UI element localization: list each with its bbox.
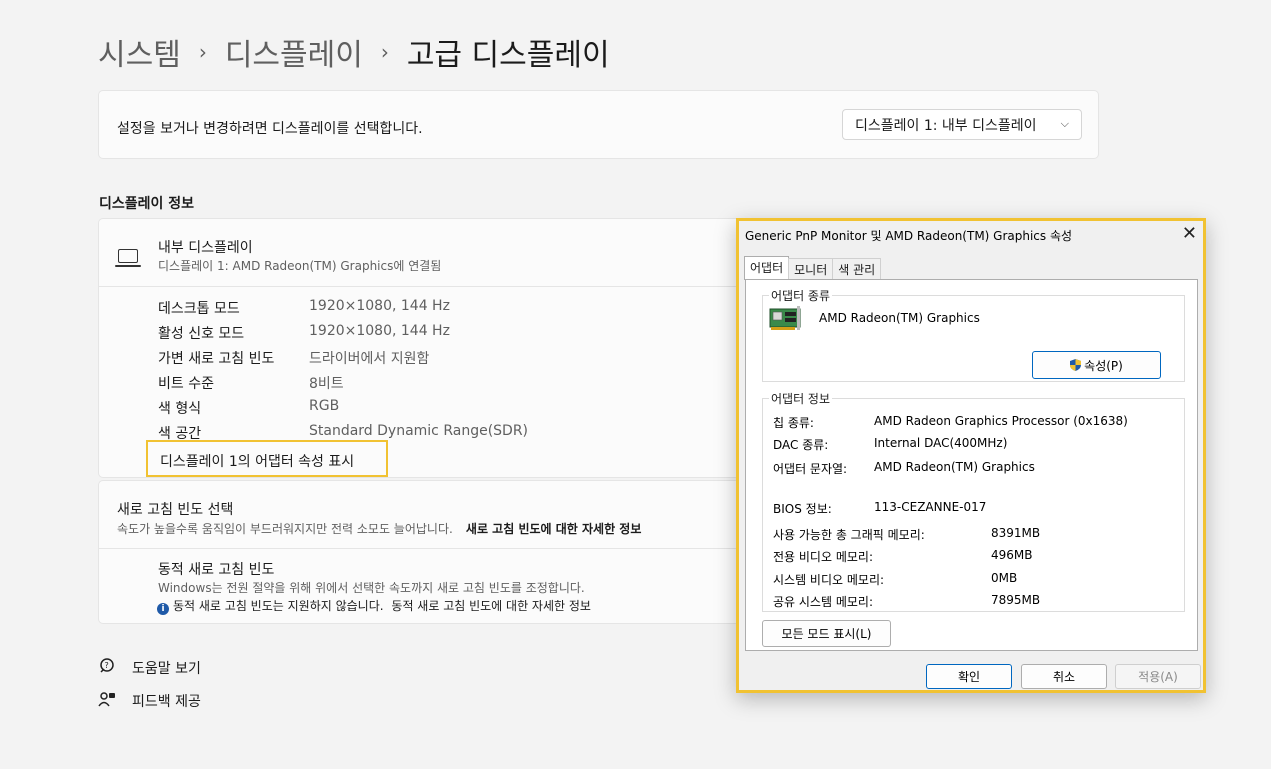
total-graphics-memory-label: 사용 가능한 총 그래픽 메모리:	[773, 528, 925, 542]
display-info-header: 내부 디스플레이 디스플레이 1: AMD Radeon(TM) Graphic…	[98, 218, 760, 287]
refresh-rate-desc: 속도가 높을수록 움직임이 부드러워지지만 전력 소모도 늘어납니다.	[117, 522, 453, 536]
total-graphics-memory-value: 8391MB	[991, 526, 1041, 540]
refresh-rate-info-link[interactable]: 새로 고침 빈도에 대한 자세한 정보	[466, 522, 641, 536]
adapter-properties-dialog: Generic PnP Monitor 및 AMD Radeon(TM) Gra…	[736, 218, 1206, 693]
dialog-title: Generic PnP Monitor 및 AMD Radeon(TM) Gra…	[745, 229, 1073, 243]
svg-text:?: ?	[105, 661, 109, 670]
close-icon[interactable]: ✕	[1182, 223, 1197, 244]
tab-adapter[interactable]: 어댑터	[744, 256, 790, 280]
section-title-display-info: 디스플레이 정보	[99, 196, 195, 212]
row-label-vrr: 가변 새로 고침 빈도	[158, 351, 275, 367]
get-help-link[interactable]: ? 도움말 보기	[98, 657, 201, 679]
refresh-rate-title: 새로 고침 빈도 선택	[117, 502, 234, 518]
uac-shield-icon	[1070, 359, 1082, 371]
help-icon: ?	[98, 657, 118, 679]
apply-button: 적용(A)	[1115, 664, 1201, 689]
dynamic-refresh-desc: Windows는 전원 절약을 위해 위에서 선택한 속도까지 새로 고침 빈도…	[158, 581, 585, 595]
give-feedback-label: 피드백 제공	[132, 694, 201, 710]
display-dropdown-value: 디스플레이 1: 내부 디스플레이	[855, 117, 1037, 134]
breadcrumb-separator: ›	[198, 40, 207, 64]
row-value-color-space: Standard Dynamic Range(SDR)	[309, 423, 529, 439]
adapter-info-title: 어댑터 정보	[769, 390, 833, 407]
adapter-string-value: AMD Radeon(TM) Graphics	[874, 460, 1035, 474]
row-label-desktop-mode: 데스크톱 모드	[158, 301, 240, 317]
adapter-properties-button[interactable]: 속성(P)	[1032, 351, 1161, 379]
tab-monitor[interactable]: 모니터	[788, 258, 834, 280]
feedback-icon	[98, 690, 118, 712]
breadcrumb-separator: ›	[380, 40, 389, 64]
page-title: 고급 디스플레이	[406, 38, 610, 73]
dac-type-label: DAC 종류:	[773, 438, 829, 452]
refresh-rate-card: 새로 고침 빈도 선택 속도가 높을수록 움직임이 부드러워지지만 전력 소모도…	[98, 480, 760, 550]
adapter-info-group: 어댑터 정보 칩 종류: AMD Radeon Graphics Process…	[762, 390, 1185, 612]
row-value-bit-depth: 8비트	[309, 376, 344, 392]
dynamic-refresh-info-link[interactable]: 동적 새로 고침 빈도에 대한 자세한 정보	[391, 599, 591, 613]
breadcrumb-display[interactable]: 디스플레이	[225, 30, 363, 74]
dedicated-video-memory-label: 전용 비디오 메모리:	[773, 550, 873, 564]
breadcrumb: 시스템 › 디스플레이 › 고급 디스플레이	[98, 30, 610, 74]
display-dropdown[interactable]: 디스플레이 1: 내부 디스플레이 ⌵	[842, 109, 1082, 140]
bios-info-value: 113-CEZANNE-017	[874, 500, 987, 514]
adapter-properties-link-label: 디스플레이 1의 어댑터 속성 표시	[160, 454, 355, 470]
dac-type-value: Internal DAC(400MHz)	[874, 436, 1008, 450]
adapter-type-group: 어댑터 종류 AMD Radeon(TM) Graphics 속성(P)	[762, 287, 1185, 382]
adapter-properties-button-label: 속성(P)	[1084, 358, 1123, 373]
give-feedback-link[interactable]: 피드백 제공	[98, 690, 201, 712]
adapter-name: AMD Radeon(TM) Graphics	[819, 311, 980, 325]
adapter-string-label: 어댑터 문자열:	[773, 462, 848, 476]
bios-info-label: BIOS 정보:	[773, 502, 832, 516]
tab-color-management[interactable]: 색 관리	[832, 258, 882, 280]
chip-type-label: 칩 종류:	[773, 416, 814, 430]
display-selector-prompt: 설정을 보거나 변경하려면 디스플레이를 선택합니다.	[117, 121, 423, 137]
row-value-desktop-mode: 1920×1080, 144 Hz	[309, 298, 450, 314]
monitor-icon	[115, 249, 141, 267]
dynamic-refresh-note: 동적 새로 고침 빈도는 지원하지 않습니다.	[173, 599, 384, 613]
adapter-type-title: 어댑터 종류	[769, 287, 833, 304]
row-value-color-format: RGB	[309, 398, 340, 414]
display-selector-card: 설정을 보거나 변경하려면 디스플레이를 선택합니다. 디스플레이 1: 내부 …	[98, 90, 1099, 159]
row-label-bit-depth: 비트 수준	[158, 376, 214, 392]
chip-type-value: AMD Radeon Graphics Processor (0x1638)	[874, 414, 1128, 428]
get-help-label: 도움말 보기	[132, 661, 201, 677]
dialog-tabs: 어댑터 모니터 색 관리	[744, 256, 882, 280]
row-label-active-signal: 활성 신호 모드	[158, 326, 245, 342]
info-icon: i	[157, 603, 169, 615]
graphics-card-icon	[769, 306, 801, 330]
display-connection: 디스플레이 1: AMD Radeon(TM) Graphics에 연결됨	[158, 259, 442, 273]
cancel-button[interactable]: 취소	[1021, 664, 1107, 689]
row-label-color-format: 색 형식	[158, 401, 202, 417]
list-all-modes-button[interactable]: 모든 모드 표시(L)	[762, 620, 891, 647]
ok-button[interactable]: 확인	[926, 664, 1012, 689]
breadcrumb-system[interactable]: 시스템	[98, 30, 181, 74]
system-video-memory-value: 0MB	[991, 571, 1018, 585]
shared-system-memory-value: 7895MB	[991, 593, 1041, 607]
chevron-down-icon: ⌵	[1060, 117, 1069, 130]
adapter-properties-link[interactable]: 디스플레이 1의 어댑터 속성 표시	[146, 440, 388, 477]
shared-system-memory-label: 공유 시스템 메모리:	[773, 595, 873, 609]
dedicated-video-memory-value: 496MB	[991, 548, 1033, 562]
dynamic-refresh-card: 동적 새로 고침 빈도 Windows는 전원 절약을 위해 위에서 선택한 속…	[98, 548, 760, 624]
dynamic-refresh-title: 동적 새로 고침 빈도	[158, 562, 275, 578]
display-name: 내부 디스플레이	[158, 240, 253, 256]
row-value-active-signal: 1920×1080, 144 Hz	[309, 323, 450, 339]
adapter-tab-panel: 어댑터 종류 AMD Radeon(TM) Graphics 속성(P) 어댑터…	[745, 279, 1198, 651]
system-video-memory-label: 시스템 비디오 메모리:	[773, 573, 885, 587]
row-value-vrr: 드라이버에서 지원함	[309, 351, 430, 367]
